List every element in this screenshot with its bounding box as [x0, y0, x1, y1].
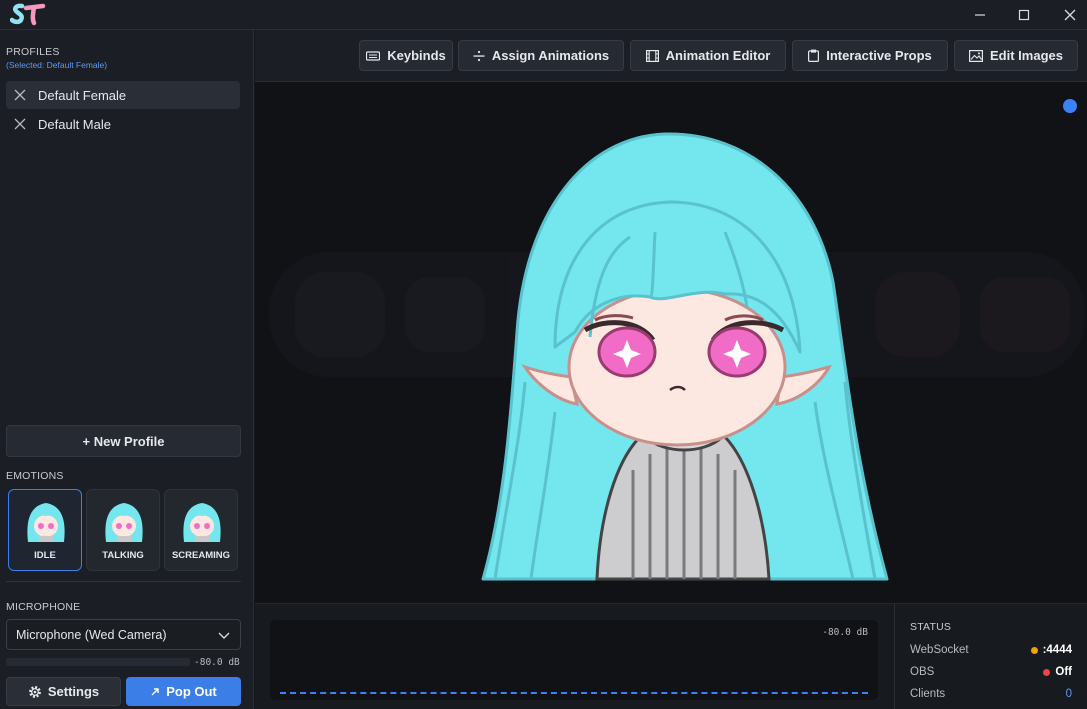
assign-animations-label: Assign Animations — [491, 48, 610, 63]
avatar-canvas[interactable] — [255, 82, 1087, 603]
avatar-thumbnail — [183, 503, 221, 542]
keybinds-button[interactable]: Keybinds — [359, 40, 453, 71]
emotions-title: EMOTIONS — [6, 470, 64, 482]
animation-editor-button[interactable]: Animation Editor — [630, 40, 786, 71]
edit-images-label: Edit Images — [990, 48, 1063, 63]
chevron-down-icon — [218, 632, 230, 639]
websocket-value: :4444 — [1042, 644, 1072, 656]
clipboard-icon — [808, 49, 820, 62]
status-row-clients: Clients 0 — [910, 688, 1080, 700]
film-icon — [645, 49, 659, 62]
profile-item-default-female[interactable]: Default Female — [6, 81, 240, 109]
avatar-image — [269, 132, 1085, 581]
microphone-value: Microphone (Wed Camera) — [16, 627, 167, 642]
avatar-thumbnail — [27, 503, 65, 542]
keyboard-icon — [366, 50, 381, 61]
pop-out-button[interactable]: Pop Out — [126, 677, 241, 706]
profile-name: Default Female — [38, 87, 127, 103]
status-row-websocket: WebSocket :4444 — [910, 644, 1080, 656]
interactive-props-label: Interactive Props — [826, 48, 932, 63]
emotion-screaming[interactable]: SCREAMING — [164, 489, 238, 571]
clients-label: Clients — [910, 688, 946, 700]
assign-animations-button[interactable]: Assign Animations — [458, 40, 624, 71]
profiles-selected-label: (Selected: Default Female) — [6, 60, 108, 70]
websocket-label: WebSocket — [910, 644, 969, 656]
mic-level-meter — [6, 658, 190, 666]
audio-db-readout: -80.0 dB — [822, 627, 868, 638]
mic-db-readout: -80.0 dB — [194, 657, 240, 668]
maximize-icon — [1018, 9, 1030, 21]
close-icon — [14, 89, 26, 101]
audio-level-panel: -80.0 dB — [270, 620, 878, 700]
status-panel: STATUS WebSocket :4444 OBS Off Clients 0 — [894, 604, 1087, 709]
emotion-idle[interactable]: IDLE — [8, 489, 82, 571]
microphone-title: MICROPHONE — [6, 601, 81, 613]
close-icon — [1064, 9, 1076, 21]
title-bar — [0, 0, 1087, 30]
close-button[interactable] — [1047, 0, 1087, 30]
divide-icon — [473, 50, 485, 61]
obs-label: OBS — [910, 666, 935, 678]
image-icon — [969, 49, 984, 62]
animation-editor-label: Animation Editor — [665, 48, 771, 63]
external-link-icon — [151, 688, 159, 696]
status-row-obs: OBS Off — [910, 666, 1080, 678]
profile-name: Default Male — [38, 116, 111, 132]
settings-button[interactable]: Settings — [6, 677, 121, 706]
remove-profile-button[interactable] — [6, 118, 34, 130]
minimize-button[interactable] — [957, 0, 1003, 30]
new-profile-button[interactable]: + New Profile — [6, 425, 241, 457]
toolbar: Keybinds Assign Animations Animation Edi… — [255, 30, 1087, 82]
profiles-title: PROFILES — [6, 46, 60, 58]
microphone-select[interactable]: Microphone (Wed Camera) — [6, 619, 241, 650]
divider — [6, 581, 241, 582]
avatar-thumbnail — [105, 503, 143, 542]
audio-threshold-line[interactable] — [280, 692, 868, 694]
obs-status-dot — [1043, 668, 1051, 676]
interactive-props-button[interactable]: Interactive Props — [792, 40, 948, 71]
emotion-label: IDLE — [34, 550, 56, 561]
emotion-talking[interactable]: TALKING — [86, 489, 160, 571]
pop-out-label: Pop Out — [166, 684, 217, 699]
obs-value: Off — [1055, 666, 1072, 678]
settings-label: Settings — [47, 684, 100, 699]
profile-item-default-male[interactable]: Default Male — [6, 110, 240, 138]
bottom-panel: -80.0 dB STATUS WebSocket :4444 OBS Off … — [255, 603, 1087, 709]
edit-images-button[interactable]: Edit Images — [954, 40, 1078, 71]
emotion-label: TALKING — [102, 550, 144, 561]
close-icon — [14, 118, 26, 130]
minimize-icon — [975, 14, 985, 16]
websocket-status-dot — [1030, 646, 1038, 654]
app-logo — [10, 3, 46, 26]
remove-profile-button[interactable] — [6, 89, 34, 101]
keybinds-label: Keybinds — [387, 48, 446, 63]
connection-indicator — [1063, 99, 1077, 113]
gear-icon — [28, 685, 41, 698]
clients-value: 0 — [1065, 688, 1072, 700]
sidebar: PROFILES (Selected: Default Female) Defa… — [0, 30, 254, 709]
maximize-button[interactable] — [1001, 0, 1047, 30]
emotion-label: SCREAMING — [171, 550, 231, 561]
status-title: STATUS — [910, 621, 952, 633]
